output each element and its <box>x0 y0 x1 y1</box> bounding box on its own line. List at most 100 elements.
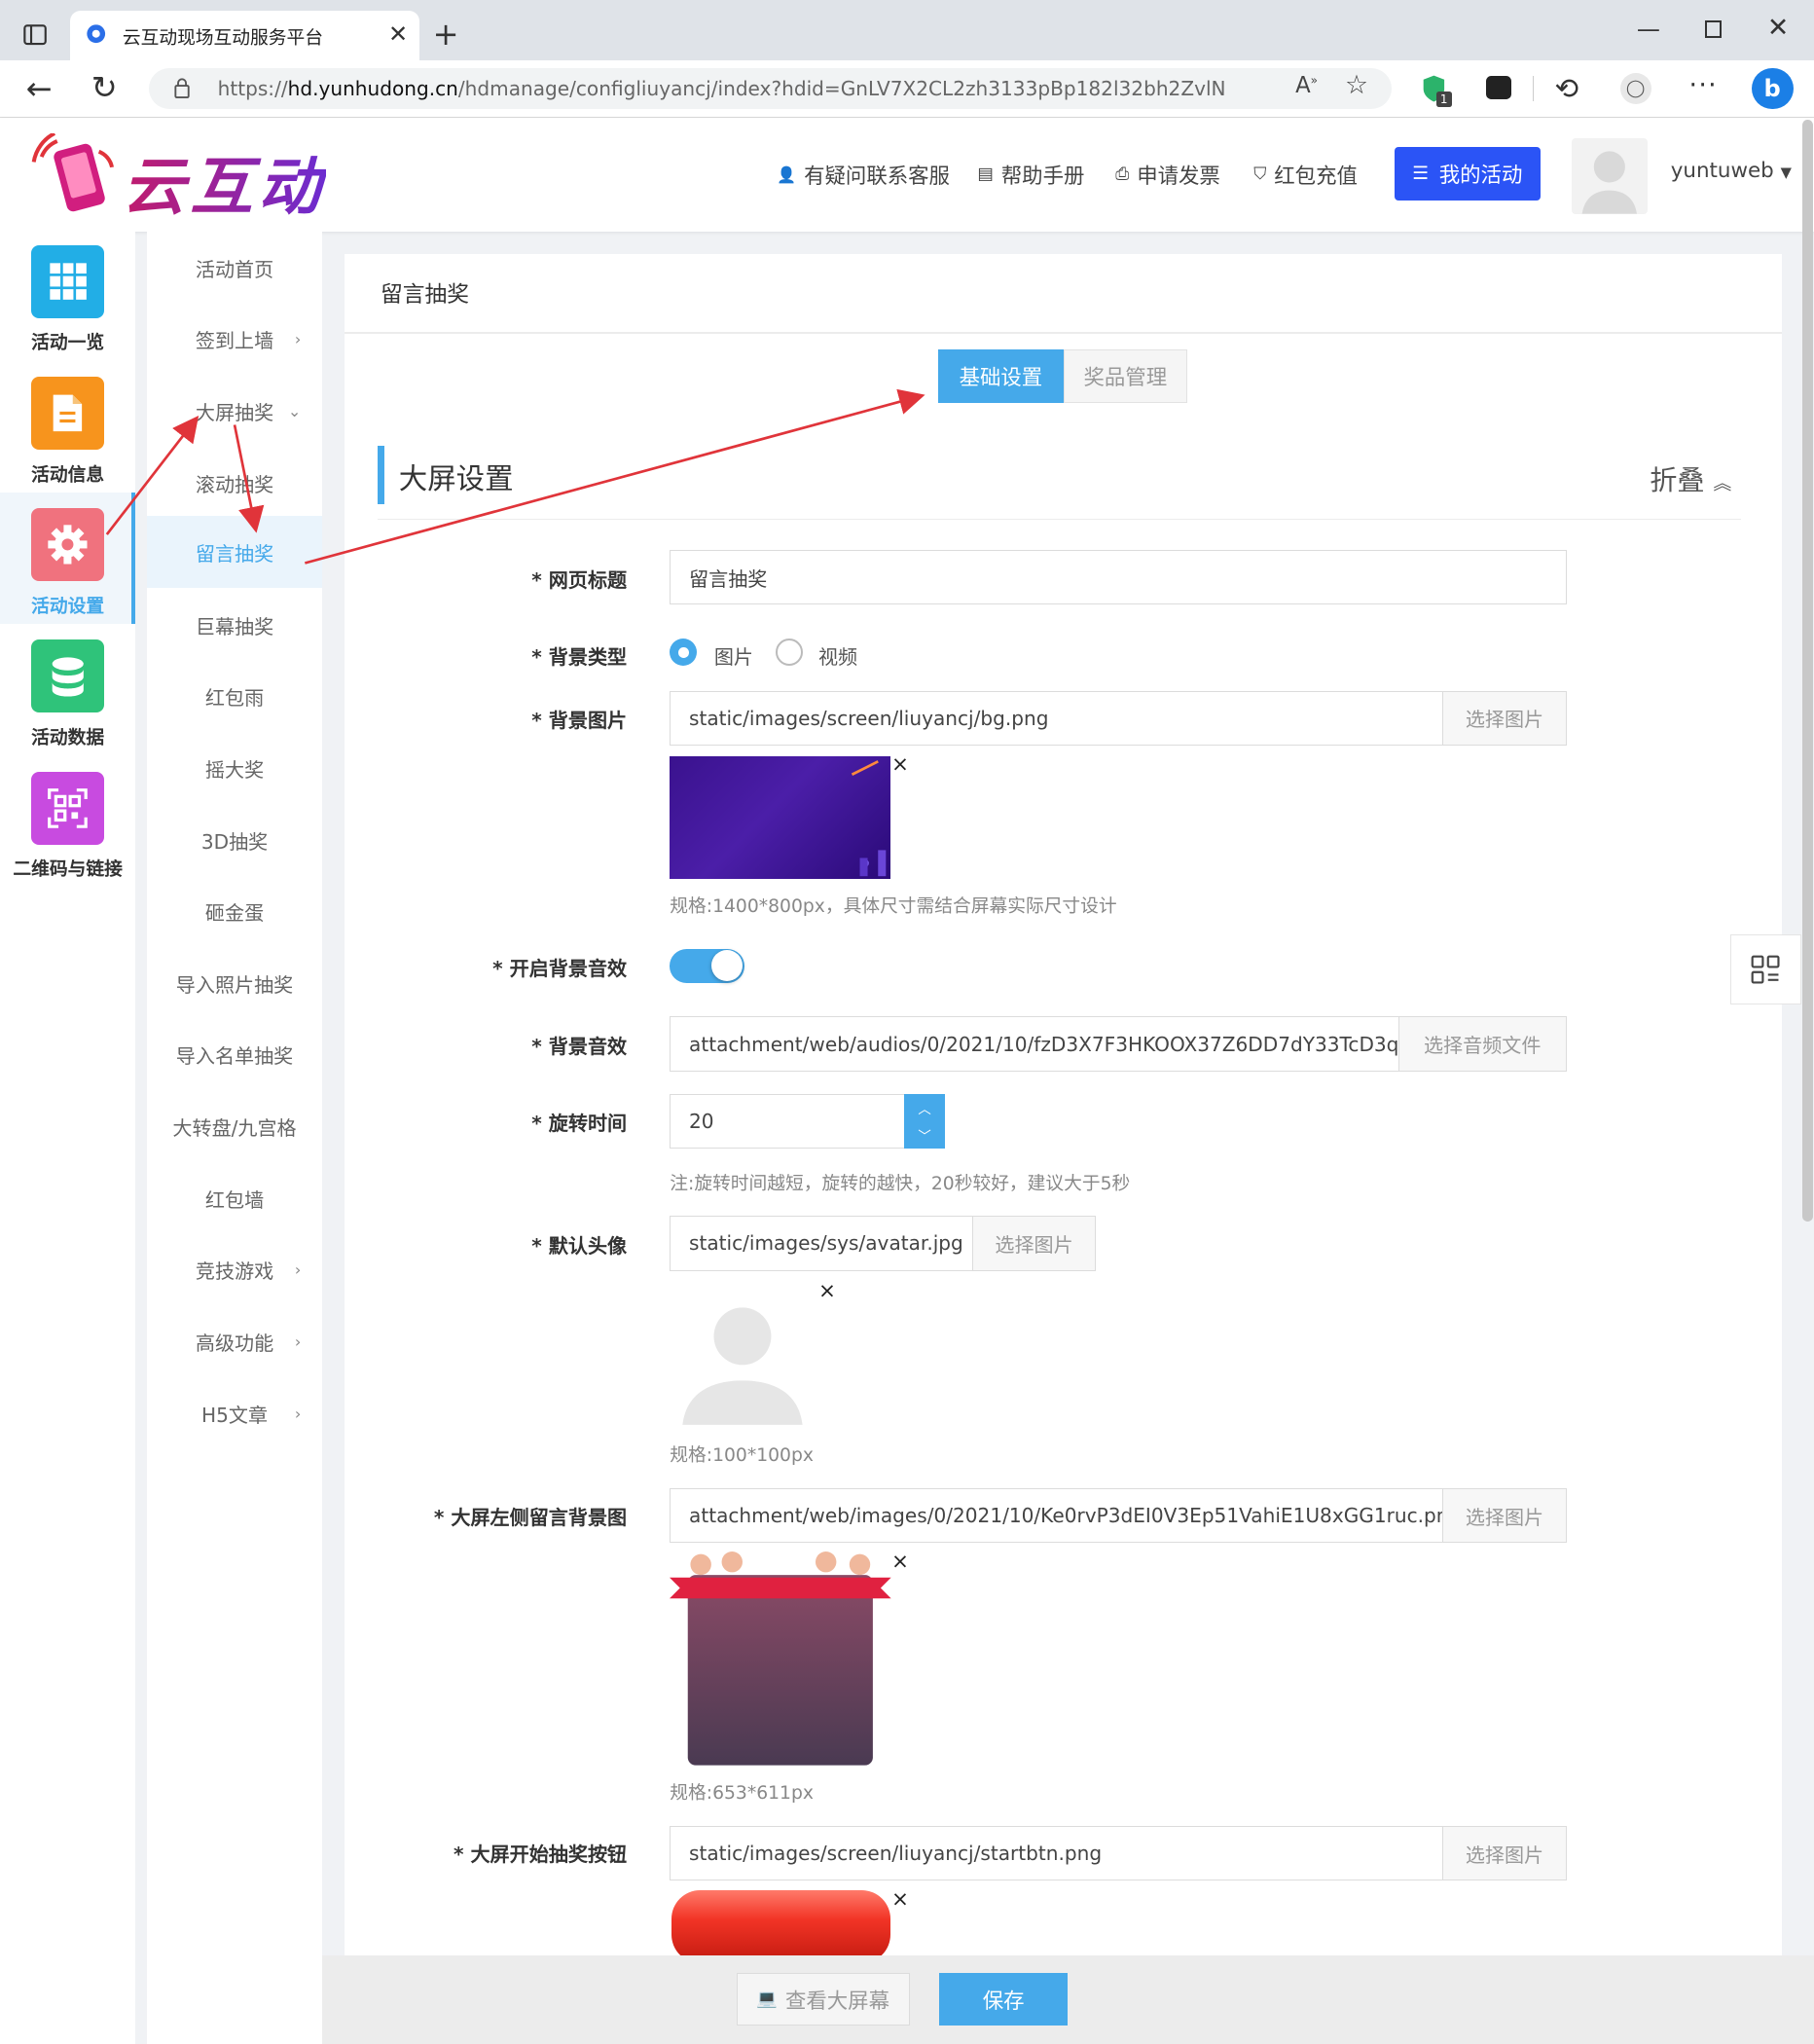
left-bg-preview <box>670 1551 891 1768</box>
default-avatar-input[interactable]: static/images/sys/avatar.jpg <box>670 1216 974 1271</box>
submenu-item[interactable]: 3D抽奖 <box>147 804 321 876</box>
maximize-icon[interactable] <box>1704 20 1722 38</box>
left-bg-input[interactable]: attachment/web/images/0/2021/10/Ke0rvP3d… <box>670 1488 1444 1544</box>
submenu-item[interactable]: H5文章 › <box>147 1377 321 1449</box>
choose-audio-button[interactable]: 选择音频文件 <box>1397 1016 1567 1072</box>
remove-avatar-icon[interactable]: × <box>818 1279 836 1303</box>
submenu-item[interactable]: 高级功能 › <box>147 1306 321 1378</box>
rail-item-activity-info[interactable]: 活动信息 <box>0 364 135 494</box>
avatar[interactable] <box>1571 137 1648 214</box>
add-favorite-icon[interactable]: ☆ <box>1345 70 1368 100</box>
radio-video[interactable] <box>775 639 803 667</box>
user-plus-icon: 👤 <box>777 164 797 184</box>
remove-bg-image-icon[interactable]: × <box>891 752 909 777</box>
rail-item-activity-list[interactable]: 活动一览 <box>0 232 135 362</box>
submenu-item[interactable]: 签到上墙 › <box>147 304 321 376</box>
extension-icon[interactable] <box>1485 75 1512 99</box>
field-label-bg-music-switch: * 开启背景音效 <box>492 956 628 980</box>
window-close-icon[interactable]: ✕ <box>1767 13 1789 43</box>
refresh-icon[interactable]: ↻ <box>91 69 118 106</box>
shield-extension-icon[interactable]: 1 <box>1421 73 1452 107</box>
my-activity-button[interactable]: ☰ 我的活动 <box>1394 147 1541 201</box>
step-down-icon[interactable]: ﹀ <box>918 1125 930 1145</box>
tab-basic-settings[interactable]: 基础设置 <box>938 348 1064 403</box>
printer-icon: ⎙ <box>1115 164 1130 185</box>
submenu-item-label: 大转盘/九宫格 <box>172 1116 297 1141</box>
tab-close-icon[interactable]: ✕ <box>388 20 408 48</box>
tab-prize-management[interactable]: 奖品管理 <box>1063 348 1187 403</box>
rail-label: 活动设置 <box>31 596 105 617</box>
field-label-bg-image: * 背景图片 <box>531 709 628 733</box>
tab-actions-icon[interactable] <box>18 20 53 49</box>
browser-tab[interactable]: 云互动现场互动服务平台 ✕ <box>70 10 420 60</box>
page-scrollbar[interactable] <box>1801 120 1813 1222</box>
remove-start-button-icon[interactable]: × <box>891 1887 909 1912</box>
book-icon: ▤ <box>977 164 994 185</box>
save-button[interactable]: 保存 <box>939 1973 1068 2026</box>
chevron-right-icon: › <box>294 1332 302 1352</box>
choose-left-bg-button[interactable]: 选择图片 <box>1442 1488 1567 1544</box>
shield-badge: 1 <box>1435 91 1452 107</box>
submenu-item[interactable]: 巨幕抽奖 <box>147 589 321 661</box>
back-icon[interactable]: ← <box>26 70 53 107</box>
submenu-item[interactable]: 摇大奖 <box>147 733 321 805</box>
submenu-item[interactable]: 竞技游戏 › <box>147 1234 321 1306</box>
bg-music-input[interactable]: attachment/web/audios/0/2021/10/fzD3X7F3… <box>670 1016 1401 1072</box>
submenu-item[interactable]: 活动首页 <box>147 232 321 304</box>
submenu-item[interactable]: 导入照片抽奖 <box>147 948 321 1020</box>
browser-window: 云互动现场互动服务平台 ✕ + — ✕ ← ↻ https://hd.yunhu… <box>0 0 1814 2044</box>
submenu-item[interactable]: 红包雨 <box>147 661 321 733</box>
preview-screen-button[interactable]: 💻 查看大屏幕 <box>736 1973 910 2026</box>
more-menu-icon[interactable]: ··· <box>1688 70 1718 100</box>
page-title: 留言抽奖 <box>381 281 470 308</box>
chevron-up-icon: ︽ <box>1713 474 1732 495</box>
rotate-time-stepper[interactable]: ︿ ﹀ <box>904 1093 945 1149</box>
logo-text[interactable]: 云互动 <box>123 135 326 227</box>
nav-invoice[interactable]: ⎙ 申请发票 <box>1115 159 1220 190</box>
submenu-item[interactable]: 红包墙 <box>147 1162 321 1234</box>
submenu-item-label: 大屏抽奖 <box>195 400 274 424</box>
floating-app-widget[interactable] <box>1730 934 1801 1005</box>
url-bar[interactable]: https://hd.yunhudong.cn/hdmanage/configl… <box>148 67 1393 110</box>
choose-avatar-button[interactable]: 选择图片 <box>971 1216 1097 1271</box>
username-dropdown[interactable]: yuntuweb ▼ <box>1671 159 1792 183</box>
nav-support[interactable]: 👤 有疑问联系客服 <box>777 159 950 190</box>
choose-start-button-image[interactable]: 选择图片 <box>1442 1826 1567 1881</box>
bg-music-toggle[interactable] <box>670 948 744 983</box>
tab-title: 云互动现场互动服务平台 <box>122 28 323 50</box>
nav-manual[interactable]: ▤ 帮助手册 <box>977 159 1084 190</box>
submenu-item-label: 巨幕抽奖 <box>195 614 274 639</box>
bg-image-input[interactable]: static/images/screen/liuyancj/bg.png <box>670 690 1444 746</box>
step-up-icon[interactable]: ︿ <box>918 1098 930 1117</box>
rotate-time-input[interactable]: 20 <box>670 1093 906 1149</box>
field-label-start-button: * 大屏开始抽奖按钮 <box>453 1843 628 1867</box>
history-icon[interactable]: ⟲ <box>1555 72 1579 105</box>
chevron-right-icon: › <box>294 330 302 349</box>
new-tab-icon[interactable]: + <box>433 16 459 53</box>
submenu-item[interactable]: 导入名单抽奖 <box>147 1019 321 1091</box>
profile-icon[interactable]: ◯ <box>1619 72 1651 105</box>
page-title-input[interactable]: 留言抽奖 <box>670 550 1567 605</box>
submenu-item[interactable]: 留言抽奖 <box>147 516 321 588</box>
collapse-button[interactable]: 折叠 ︽ <box>1650 458 1731 498</box>
rail-item-activity-data[interactable]: 活动数据 <box>0 627 135 757</box>
minimize-icon[interactable]: — <box>1637 16 1660 43</box>
bing-icon[interactable]: b <box>1751 67 1794 110</box>
divider <box>378 518 1742 521</box>
read-aloud-icon[interactable]: A» <box>1295 73 1318 98</box>
apps-icon <box>1751 955 1780 984</box>
rail-item-qrcode[interactable]: 二维码与链接 <box>0 758 135 889</box>
default-avatar-preview <box>677 1295 808 1425</box>
choose-bg-image-button[interactable]: 选择图片 <box>1442 690 1567 746</box>
submenu-item[interactable]: 砸金蛋 <box>147 876 321 948</box>
rail-item-activity-settings[interactable]: 活动设置 <box>0 495 135 626</box>
start-button-input[interactable]: static/images/screen/liuyancj/startbtn.p… <box>670 1826 1444 1881</box>
submenu-item[interactable]: 大转盘/九宫格 <box>147 1091 321 1163</box>
nav-recharge[interactable]: ⛉ 红包充值 <box>1253 159 1358 190</box>
submenu-item[interactable]: 滚动抽奖 <box>147 447 321 519</box>
site-favicon-icon <box>86 23 106 44</box>
toolbar-divider <box>1532 75 1535 102</box>
remove-left-bg-icon[interactable]: × <box>891 1550 909 1574</box>
qrcode-icon <box>31 771 105 845</box>
submenu-item[interactable]: 大屏抽奖 ⌄ <box>147 376 321 448</box>
